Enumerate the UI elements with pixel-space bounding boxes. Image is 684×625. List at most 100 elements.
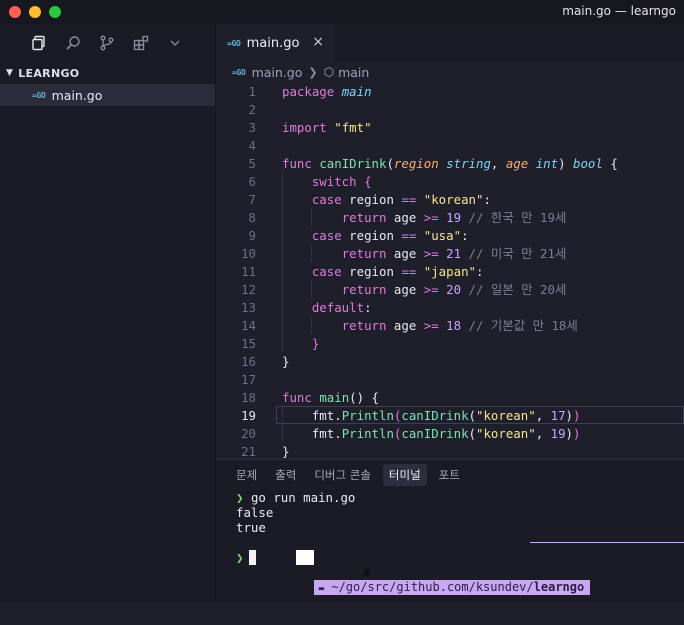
keyword: return — [341, 282, 387, 297]
prompt-divider — [530, 542, 684, 543]
tab-problems[interactable]: 문제 — [230, 464, 263, 486]
package-name: main — [341, 83, 372, 99]
maximize-window-button[interactable] — [49, 6, 61, 18]
terminal-command-line: ❯ go run main.go — [236, 490, 684, 505]
line-number: 10 — [241, 245, 256, 261]
function-call: canIDrink — [401, 407, 469, 423]
title-bar: main.go — learngo — [0, 0, 684, 24]
line-number: 8 — [248, 209, 256, 225]
terminal[interactable]: ❯ go run main.go false true ▬ ~/go/src/g… — [216, 490, 684, 595]
minimize-window-button[interactable] — [29, 6, 41, 18]
type-name: int — [535, 155, 559, 171]
terminal-input-line[interactable]: ❯ — [236, 550, 684, 565]
chevron-down-icon[interactable] — [166, 34, 184, 52]
number-literal: 17 — [550, 407, 566, 423]
tab-terminal[interactable]: 터미널 — [382, 464, 427, 486]
go-file-icon: =GO — [232, 67, 246, 77]
code-line: 12 return age >= 20 // 일본 만 20세 — [216, 280, 684, 298]
breadcrumb-symbol[interactable]: main — [338, 65, 369, 80]
folder-name: LEARNGO — [18, 66, 80, 80]
code-line-current: 19 fmt.Println(canIDrink("korean", 17)) — [216, 406, 684, 424]
code-line: 1 package main — [216, 82, 684, 100]
source-control-icon[interactable] — [98, 34, 116, 52]
terminal-cursor — [249, 550, 257, 565]
editor-area: =GO main.go × =GO main.go ❯ ⬡ main 1 pack… — [216, 24, 684, 603]
tab-output[interactable]: 출력 — [269, 464, 302, 486]
keyword: return — [341, 318, 387, 333]
number-literal: 18 — [446, 318, 462, 333]
comment: // 한국 만 19세 — [468, 210, 567, 225]
code-line: 11 case region == "japan": — [216, 262, 684, 280]
keyword: default — [311, 299, 365, 315]
line-number: 6 — [248, 173, 256, 189]
string-literal: "usa" — [423, 227, 462, 243]
code-editor[interactable]: 1 package main 2 3 import "fmt" 4 5 func ca… — [216, 82, 684, 458]
number-literal: 19 — [550, 425, 566, 441]
string-literal: "japan" — [423, 263, 476, 279]
line-number: 18 — [241, 389, 256, 405]
line-number: 17 — [241, 371, 256, 387]
string-literal: "fmt" — [334, 119, 372, 135]
line-number: 21 — [241, 443, 256, 459]
line-number: 12 — [241, 281, 256, 297]
close-tab-icon[interactable]: × — [312, 34, 324, 50]
chevron-right-icon: ❯ — [308, 65, 318, 79]
number-literal: 21 — [446, 246, 462, 261]
tab-ports[interactable]: 포트 — [433, 464, 466, 486]
keyword: case — [311, 227, 342, 243]
editor-tab-bar: =GO main.go × — [216, 24, 684, 62]
line-number: 3 — [248, 119, 256, 135]
line-number: 4 — [248, 137, 256, 153]
tab-label: main.go — [246, 35, 300, 51]
keyword: func — [282, 389, 312, 405]
close-window-button[interactable] — [9, 6, 21, 18]
keyword: import — [282, 119, 327, 135]
explorer-file-main-go[interactable]: =GO main.go — [0, 84, 215, 106]
code-line: 14 return age >= 18 // 기본값 만 18세 — [216, 316, 684, 334]
current-directory: ▬ ~/go/src/github.com/ksundev/learngo — [313, 580, 591, 595]
line-number: 14 — [241, 317, 256, 333]
function-name: main — [319, 389, 350, 405]
type-name: string — [446, 155, 491, 171]
explorer-folder-header[interactable]: ▼ LEARNGO — [0, 62, 215, 84]
files-icon[interactable] — [30, 34, 48, 52]
terminal-output-line: true — [236, 520, 266, 535]
code-line: 18 func main() { — [216, 388, 684, 406]
line-number: 16 — [241, 353, 256, 369]
code-line: 7 case region == "korean": — [216, 190, 684, 208]
code-line: 17 — [216, 370, 684, 388]
code-line: 4 — [216, 136, 684, 154]
code-line: 8 return age >= 19 // 한국 만 19세 — [216, 208, 684, 226]
line-number: 2 — [248, 101, 256, 117]
line-number: 9 — [248, 227, 256, 243]
folder-icon: ▬ — [318, 584, 325, 594]
return-type: bool — [573, 155, 603, 171]
number-literal: 19 — [446, 210, 462, 225]
line-number: 15 — [241, 335, 256, 351]
panel-tabs: 문제 출력 디버그 콘솔 터미널 포트 — [216, 460, 684, 490]
line-number: 5 — [248, 155, 256, 171]
line-number: 11 — [241, 263, 256, 279]
prompt-status-line: ▬ ~/go/src/github.com/ksundev/learngo — [236, 535, 684, 595]
string-literal: "korean" — [423, 191, 484, 207]
keyword: case — [311, 191, 342, 207]
extensions-icon[interactable] — [132, 34, 150, 52]
code-line: 16} — [216, 352, 684, 370]
terminal-output-line: false — [236, 505, 274, 520]
code-line: 15 } — [216, 334, 684, 352]
keyword: switch — [311, 173, 357, 189]
comment: // 일본 만 20세 — [468, 282, 567, 297]
code-line: 9 case region == "usa": — [216, 226, 684, 244]
line-number: 13 — [241, 299, 256, 315]
go-file-icon: =GO — [32, 90, 46, 100]
number-literal: 20 — [446, 282, 462, 297]
comment: // 기본값 만 18세 — [468, 318, 578, 333]
prompt-symbol: ❯ — [236, 490, 244, 505]
tab-debug-console[interactable]: 디버그 콘솔 — [308, 464, 377, 486]
breadcrumb: =GO main.go ❯ ⬡ main — [216, 62, 684, 82]
tab-main-go[interactable]: =GO main.go × — [216, 24, 334, 62]
keyword: case — [311, 263, 342, 279]
code-line: 3 import "fmt" — [216, 118, 684, 136]
breadcrumb-file[interactable]: main.go — [252, 65, 303, 80]
search-icon[interactable] — [64, 34, 82, 52]
